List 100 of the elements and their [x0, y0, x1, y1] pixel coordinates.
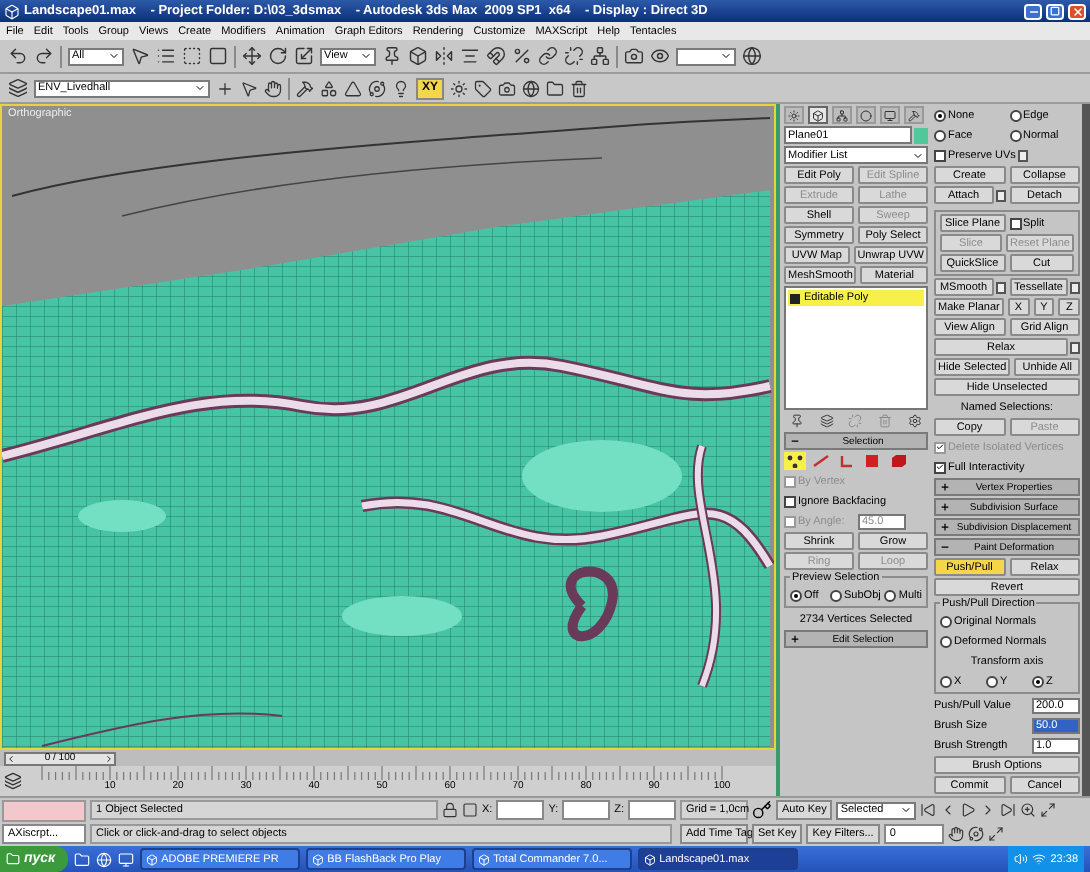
zoom-icon[interactable] — [1020, 802, 1037, 819]
checkbox[interactable] — [784, 495, 796, 507]
align-icon[interactable] — [460, 46, 480, 66]
radio-button[interactable] — [1009, 129, 1021, 141]
border-icon[interactable] — [838, 454, 856, 468]
undo-icon[interactable] — [8, 46, 28, 66]
shapes-icon[interactable] — [320, 79, 338, 97]
zoom-extents-icon[interactable] — [1040, 802, 1057, 819]
app-icon — [4, 3, 20, 19]
play-icon[interactable] — [960, 802, 977, 819]
named-selection-dropdown[interactable] — [676, 47, 736, 65]
network-icon[interactable] — [1032, 852, 1047, 866]
radio-button[interactable] — [940, 635, 952, 647]
maximize-viewport-icon[interactable] — [987, 825, 1004, 842]
unlink-icon[interactable] — [564, 46, 584, 66]
polygon-icon[interactable] — [864, 454, 882, 468]
folder-icon[interactable] — [546, 79, 565, 97]
macro-recorder-field[interactable] — [2, 800, 86, 822]
hierarchy-tab-icon — [836, 109, 848, 121]
link-icon[interactable] — [538, 46, 558, 66]
orbit-icon[interactable] — [368, 79, 386, 97]
motion-tab-icon — [860, 109, 872, 121]
settings-icon[interactable] — [908, 414, 923, 428]
lock-icon[interactable] — [442, 802, 458, 819]
settings-icon[interactable] — [1070, 341, 1080, 353]
panel-tab[interactable] — [880, 106, 900, 124]
checkbox[interactable] — [934, 461, 946, 473]
select-layer-icon[interactable] — [240, 79, 258, 97]
radio-button[interactable] — [790, 589, 802, 601]
list-icon[interactable] — [156, 46, 176, 66]
scale-icon[interactable] — [294, 46, 314, 66]
sun-icon[interactable] — [450, 79, 469, 97]
tag-icon[interactable] — [474, 79, 493, 97]
radio-button[interactable] — [1009, 109, 1021, 121]
checkbox[interactable] — [934, 149, 946, 161]
panel-tab[interactable] — [808, 106, 828, 124]
globe-icon[interactable] — [522, 79, 541, 97]
maximize-button[interactable] — [1046, 3, 1064, 19]
percent-snap-icon[interactable] — [512, 46, 532, 66]
browser-icon[interactable] — [95, 851, 112, 867]
camera-icon[interactable] — [498, 79, 517, 97]
trash-icon[interactable] — [570, 79, 589, 97]
modify-tab-icon — [812, 109, 824, 121]
coordinate-field[interactable] — [628, 800, 676, 821]
plus-icon — [940, 482, 950, 492]
snap-icon[interactable] — [486, 46, 506, 66]
box-icon[interactable] — [408, 46, 428, 66]
panel-tab[interactable] — [904, 106, 924, 124]
coordinate-field[interactable] — [562, 800, 611, 821]
mirror-icon[interactable] — [434, 46, 454, 66]
add-layer-icon[interactable] — [216, 79, 234, 97]
minimize-button[interactable] — [1024, 3, 1042, 19]
go-to-start-icon[interactable] — [920, 802, 937, 819]
orbit-icon[interactable] — [967, 825, 984, 842]
pan-icon[interactable] — [947, 825, 964, 842]
radio-button[interactable] — [830, 589, 843, 601]
region-select-icon[interactable] — [182, 46, 202, 66]
redo-icon[interactable] — [34, 46, 54, 66]
coordinate-field[interactable] — [496, 800, 545, 821]
close-button[interactable] — [1068, 3, 1086, 19]
edge-icon[interactable] — [812, 454, 830, 468]
display-tab-icon — [884, 109, 896, 121]
plus-icon — [940, 522, 950, 532]
panel-tab[interactable] — [856, 106, 876, 124]
radio-button[interactable] — [934, 109, 946, 121]
checkbox[interactable] — [1009, 217, 1021, 229]
desktop-icon[interactable] — [117, 851, 134, 867]
hammer-icon[interactable] — [296, 79, 314, 97]
radio-button[interactable] — [940, 675, 952, 687]
panel-tab[interactable] — [784, 106, 804, 124]
object-color-swatch[interactable] — [914, 127, 928, 143]
app-icon — [477, 853, 490, 865]
move-icon[interactable] — [242, 46, 262, 66]
select-icon[interactable] — [130, 46, 150, 66]
pin-stack-icon[interactable] — [789, 414, 804, 428]
radio-button[interactable] — [884, 589, 897, 601]
schematic-icon[interactable] — [590, 46, 610, 66]
light-icon[interactable] — [392, 79, 410, 97]
layer-manager-icon[interactable] — [8, 78, 28, 98]
settings-icon[interactable] — [995, 281, 1005, 293]
triangle-icon[interactable] — [344, 79, 362, 97]
settings-icon[interactable] — [1070, 281, 1080, 293]
settings-icon[interactable] — [995, 189, 1005, 201]
radio-button[interactable] — [934, 129, 946, 141]
vertex-icon[interactable] — [786, 454, 804, 468]
rotate-icon[interactable] — [268, 46, 288, 66]
panel-tab[interactable] — [832, 106, 852, 124]
radio-button[interactable] — [1032, 675, 1044, 687]
hand-icon[interactable] — [264, 79, 282, 97]
radio-button[interactable] — [986, 675, 998, 687]
element-icon[interactable] — [890, 454, 908, 468]
volume-icon[interactable] — [1014, 852, 1029, 866]
close-icon — [1071, 5, 1083, 17]
app-icon — [643, 853, 656, 865]
app-icon — [311, 853, 324, 865]
radio-button[interactable] — [940, 615, 952, 627]
layers-icon[interactable] — [819, 414, 834, 428]
go-to-end-icon[interactable] — [1000, 802, 1017, 819]
settings-icon[interactable] — [1017, 149, 1028, 161]
key-icon[interactable] — [752, 800, 772, 821]
